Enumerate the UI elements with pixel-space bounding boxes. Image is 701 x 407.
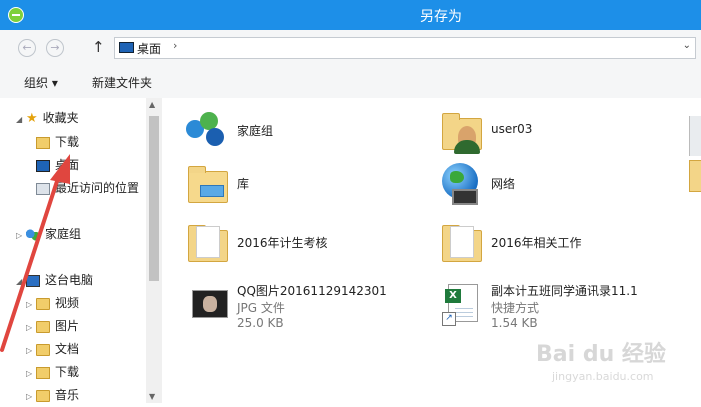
file-item-folder-1[interactable]: 2016年计生考核 (184, 220, 424, 270)
command-toolbar: 组织 ▾ 新建文件夹 (0, 66, 701, 99)
file-item-network[interactable]: 网络 (438, 161, 678, 211)
window-title: 另存为 (420, 9, 462, 25)
file-item-jpg[interactable]: QQ图片20161129142301 JPG 文件 25.0 KB (184, 282, 434, 338)
scroll-down-icon[interactable]: ▼ (149, 392, 155, 401)
address-location[interactable]: 桌面 (137, 40, 161, 57)
scrollbar-thumb[interactable] (149, 116, 159, 281)
partial-item-icon (689, 116, 701, 156)
annotation-arrow-icon (0, 154, 70, 352)
file-item-folder-2[interactable]: 2016年相关工作 (438, 220, 678, 270)
address-separator[interactable]: › (173, 39, 177, 52)
title-bar: 另存为 (0, 0, 701, 30)
file-type: JPG 文件 (237, 301, 285, 315)
folder-icon (438, 220, 484, 266)
network-icon (438, 161, 484, 207)
libraries-icon (184, 161, 230, 207)
file-name: 2016年计生考核 (237, 236, 328, 250)
new-folder-button[interactable]: 新建文件夹 (92, 74, 152, 91)
expand-caret-icon[interactable]: ▷ (26, 387, 36, 407)
music-folder-icon (36, 389, 50, 402)
forward-button[interactable]: → (46, 39, 64, 57)
sidebar-label: 下载 (55, 135, 80, 149)
sidebar-label: 下载 (55, 365, 80, 379)
file-type: 快捷方式 (491, 301, 540, 315)
sidebar-item-favorites[interactable]: ◢ ★ 收藏夹 (16, 108, 79, 128)
file-size: 1.54 KB (491, 316, 538, 330)
file-name: QQ图片20161129142301 (237, 284, 387, 298)
address-dropdown-icon[interactable]: ⌄ (683, 40, 691, 51)
file-name: user03 (491, 122, 533, 136)
sidebar-label: 音乐 (55, 388, 80, 402)
file-size: 25.0 KB (237, 316, 284, 330)
file-name: 家庭组 (237, 124, 274, 138)
watermark-url: jingyan.baidu.com (552, 370, 654, 383)
watermark-logo: Bai du 经验 (536, 342, 666, 367)
file-item-user03[interactable]: user03 (438, 108, 678, 158)
folder-icon (184, 220, 230, 266)
user-folder-icon (438, 108, 484, 154)
scroll-up-icon[interactable]: ▲ (149, 100, 155, 109)
up-button[interactable]: ↑ (92, 38, 105, 56)
file-name: 网络 (491, 177, 516, 191)
expand-caret-icon[interactable]: ▷ (26, 364, 36, 384)
download-folder-icon (36, 366, 50, 379)
back-button[interactable]: ← (18, 39, 36, 57)
expand-caret-icon[interactable]: ◢ (16, 110, 26, 130)
desktop-icon (119, 42, 134, 53)
sidebar-label: 收藏夹 (42, 111, 79, 125)
file-item-shortcut[interactable]: X ↗ 副本计五班同学通讯录11.1 快捷方式 1.54 KB (438, 282, 688, 338)
jpg-icon (184, 282, 230, 328)
sidebar-item-music[interactable]: ▷ 音乐 (26, 385, 79, 405)
navigation-bar: ← → ↑ 桌面 › ⌄ (0, 30, 701, 66)
file-name: 副本计五班同学通讯录11.1 (491, 284, 638, 298)
star-icon: ★ (26, 110, 38, 126)
sidebar-item-downloads-pc[interactable]: ▷ 下载 (26, 362, 79, 382)
file-item-homegroup[interactable]: 家庭组 (184, 108, 424, 158)
partial-folder-icon (689, 160, 701, 192)
excel-shortcut-icon: X ↗ (438, 282, 484, 328)
navigation-scrollbar[interactable]: ▲ ▼ (146, 98, 162, 403)
download-folder-icon (36, 136, 50, 149)
homegroup-icon (184, 108, 230, 154)
file-item-libraries[interactable]: 库 (184, 161, 424, 211)
file-name: 2016年相关工作 (491, 236, 582, 250)
app-icon (8, 7, 24, 23)
file-name: 库 (237, 177, 250, 191)
organize-button[interactable]: 组织 ▾ (24, 74, 58, 91)
address-bar[interactable]: 桌面 › ⌄ (114, 37, 696, 59)
sidebar-item-downloads[interactable]: 下载 (36, 132, 79, 152)
